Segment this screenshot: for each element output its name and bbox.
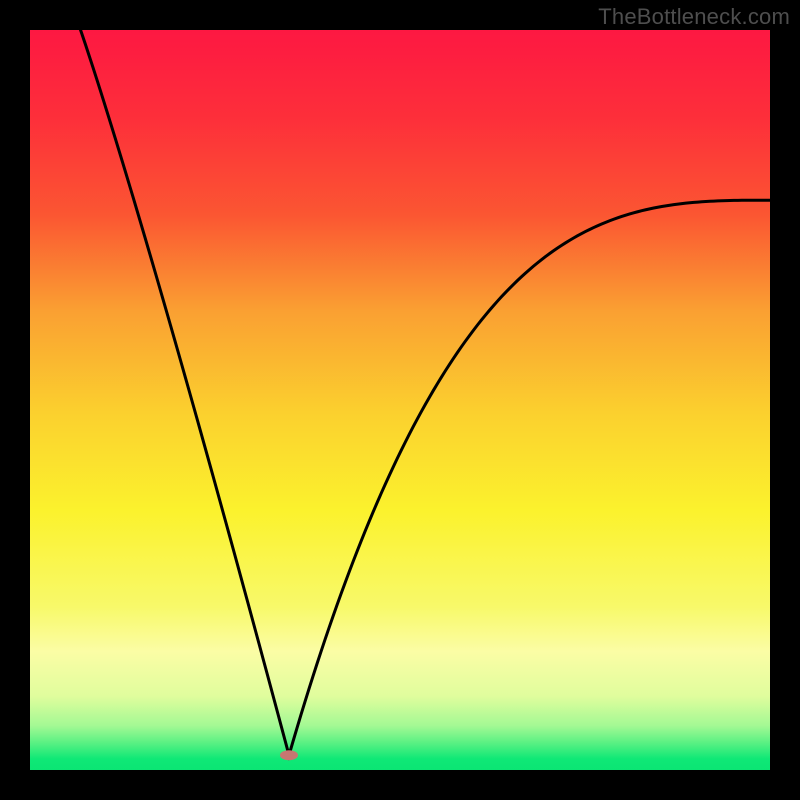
watermark-text: TheBottleneck.com (598, 4, 790, 30)
bottleneck-plot (30, 30, 770, 770)
plot-background (30, 30, 770, 770)
chart-container: TheBottleneck.com (0, 0, 800, 800)
vertex-marker (280, 750, 298, 760)
